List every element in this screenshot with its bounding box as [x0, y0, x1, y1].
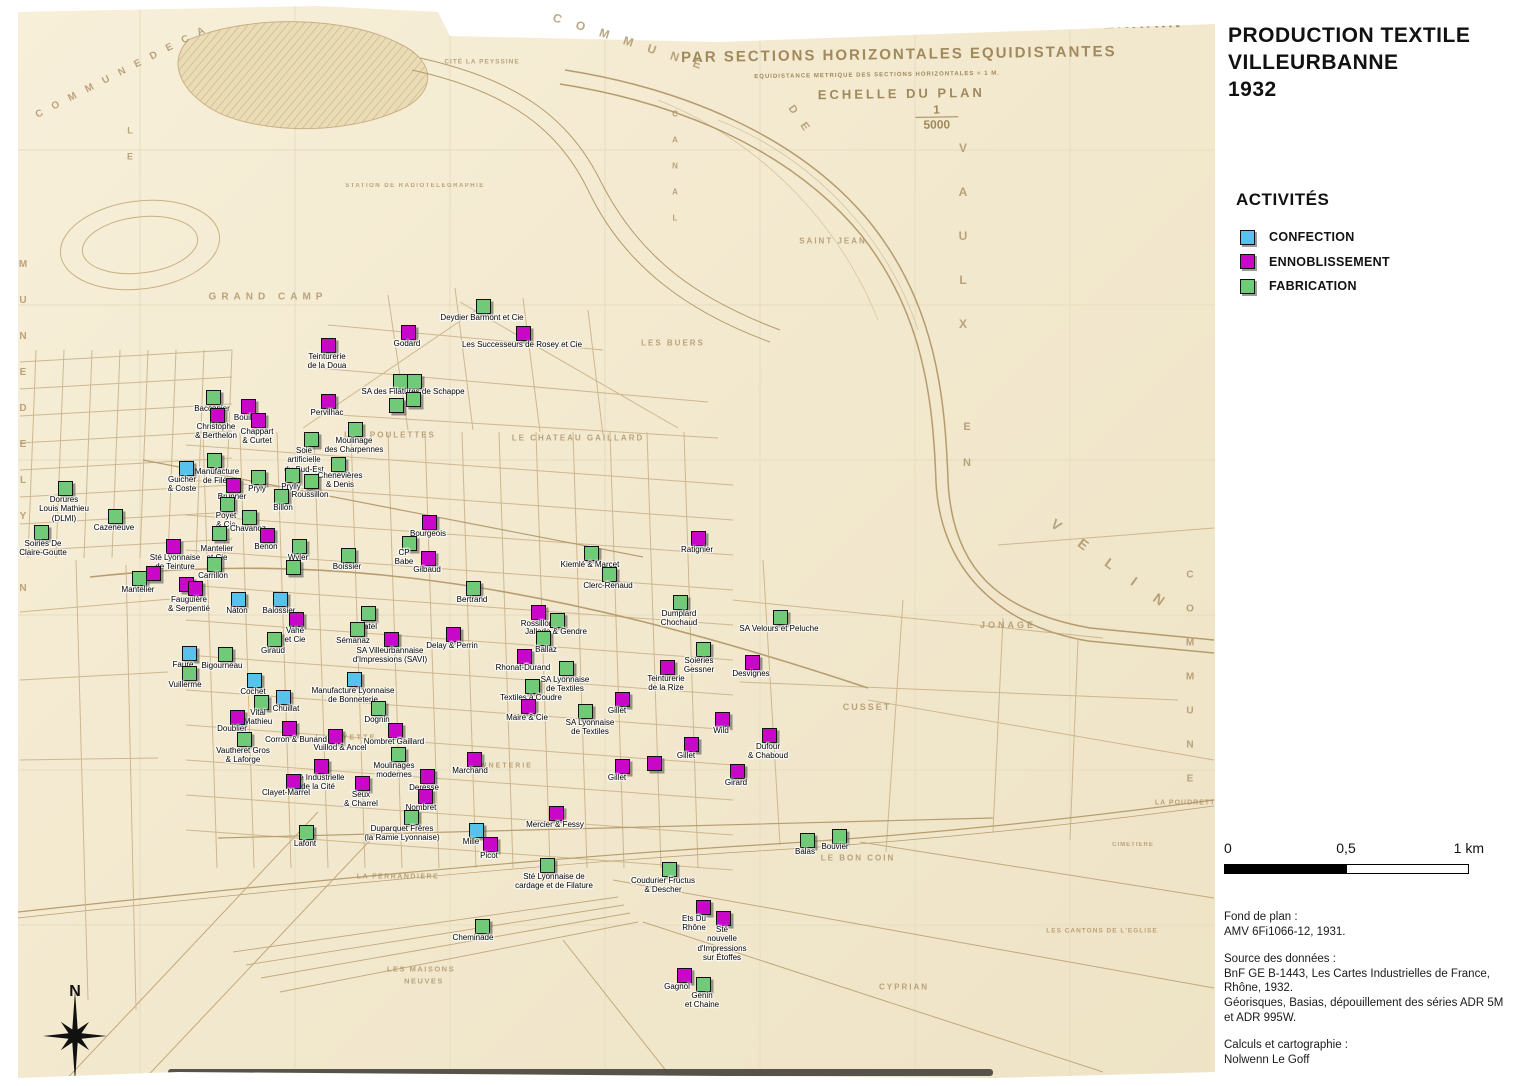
- plan-scale-title: ECHELLE DU PLAN: [818, 85, 985, 102]
- legend-swatch-icon: [1240, 254, 1255, 269]
- credits: Fond de plan :AMV 6Fi1066-12, 1931. Sourc…: [1224, 910, 1503, 1080]
- map-stage: SON PLAN D'ALIGNEMENT ET LE FIGURE DU TE…: [0, 0, 1536, 1086]
- scale-denominator: 5000: [915, 116, 958, 132]
- credit-block: Source des données :BnF GE B-1443, Les C…: [1224, 952, 1503, 1025]
- map-title: PRODUCTION TEXTILE VILLEURBANNE 1932: [1228, 22, 1470, 103]
- credit-line: et ADR 995W.: [1224, 1011, 1503, 1026]
- legend-swatch-icon: [1240, 230, 1255, 245]
- map-title-line3: 1932: [1228, 76, 1470, 103]
- legend-items: CONFECTION ENNOBLISSEMENT FABRICATION: [1240, 225, 1390, 299]
- legend-label: ENNOBLISSEMENT: [1269, 255, 1390, 269]
- credit-line: Rhône, 1932.: [1224, 981, 1503, 996]
- map-title-line2: VILLEURBANNE: [1228, 49, 1470, 76]
- scan-edge-strip: [168, 1069, 993, 1076]
- map-title-line1: PRODUCTION TEXTILE: [1228, 22, 1470, 49]
- scale-label-0: 0: [1224, 840, 1232, 856]
- credit-line: BnF GE B-1443, Les Cartes Industrielles …: [1224, 967, 1503, 982]
- credit-line: AMV 6Fi1066-12, 1931.: [1224, 925, 1503, 940]
- scale-bar: 0 0,5 1 km: [1224, 840, 1484, 874]
- credit-line: Fond de plan :: [1224, 910, 1503, 925]
- scale-label-end: 1 km: [1454, 840, 1484, 856]
- compass-rose: N: [30, 978, 120, 1086]
- legend-label: CONFECTION: [1269, 230, 1355, 244]
- legend-swatch-icon: [1240, 279, 1255, 294]
- side-panel: PRODUCTION TEXTILE VILLEURBANNE 1932 ACT…: [1215, 0, 1536, 1086]
- scale-bar-track: [1224, 864, 1469, 874]
- legend-label: FABRICATION: [1269, 279, 1357, 293]
- street-network: [18, 0, 1215, 1086]
- legend-item-ennoblissement: ENNOBLISSEMENT: [1240, 250, 1390, 275]
- credit-line: Calculs et cartographie :: [1224, 1038, 1503, 1053]
- legend-heading: ACTIVITÉS: [1236, 190, 1329, 210]
- credit-line: Géorisques, Basias, dépouillement des sé…: [1224, 996, 1503, 1011]
- credit-line: Nolwenn Le Goff: [1224, 1053, 1503, 1068]
- scale-label-mid: 0,5: [1336, 840, 1355, 856]
- compass-star: [43, 991, 107, 1081]
- credit-block: Calculs et cartographie :Nolwenn Le Goff: [1224, 1038, 1503, 1067]
- scale-numerator: 1: [915, 102, 958, 117]
- legend-item-fabrication: FABRICATION: [1240, 274, 1390, 299]
- legend-item-confection: CONFECTION: [1240, 225, 1390, 250]
- plan-heading: SON PLAN D'ALIGNEMENT ET LE FIGURE DU TE…: [18, 0, 1215, 8]
- credit-block: Fond de plan :AMV 6Fi1066-12, 1931.: [1224, 910, 1503, 939]
- credit-line: Source des données :: [1224, 952, 1503, 967]
- scanned-map: SON PLAN D'ALIGNEMENT ET LE FIGURE DU TE…: [18, 0, 1215, 1086]
- scale-bar-filled-half: [1225, 865, 1347, 873]
- plan-scale-fraction: 1 5000: [915, 102, 958, 132]
